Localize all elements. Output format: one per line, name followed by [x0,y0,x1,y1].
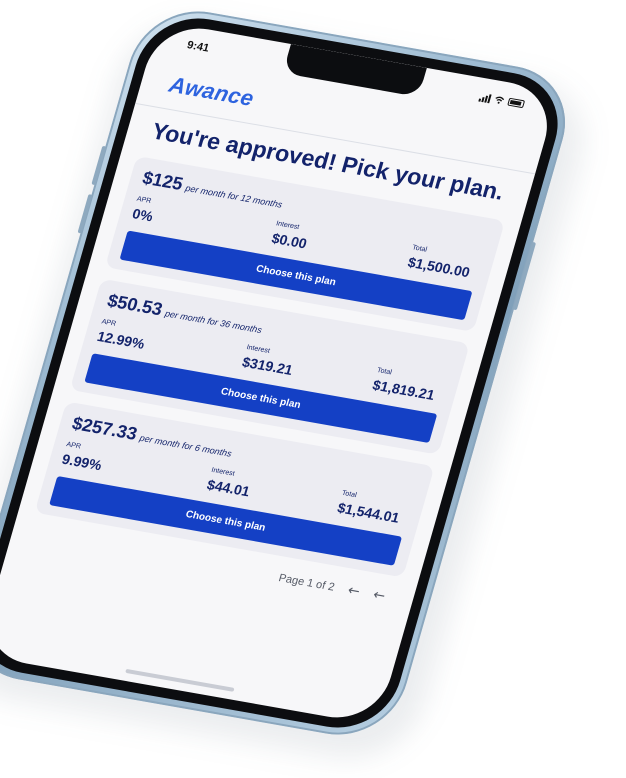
total-value: $1,819.21 [370,376,437,403]
plan-term: per month for 6 months [138,432,233,459]
battery-icon [507,97,526,109]
total-label: Total [340,489,358,500]
total-stat: Total $1,819.21 [371,367,447,404]
apr-label: APR [135,195,152,205]
interest-value: $0.00 [269,229,309,252]
signal-icon [478,92,492,103]
plan-amount: $257.33 [69,413,140,444]
apr-value: 9.99% [60,450,104,474]
total-label: Total [376,367,393,377]
apr-stat: APR 0% [131,196,158,225]
plan-amount: $125 [140,167,186,194]
total-stat: Total $1,500.00 [406,244,482,281]
wifi-icon [495,96,505,104]
status-icons [478,92,526,109]
interest-stat: Interest $44.01 [187,464,254,500]
apr-stat: APR 9.99% [60,441,106,473]
home-indicator [125,668,235,692]
apr-stat: APR 12.99% [95,318,149,351]
status-time: 9:41 [185,39,211,55]
interest-stat: Interest $319.21 [223,341,298,378]
interest-value: $44.01 [205,476,252,500]
phone-frame: 9:41 Awance You're approved! Pick your p… [0,1,581,745]
page-indicator: Page 1 of 2 [277,572,336,594]
total-value: $1,500.00 [406,253,472,281]
phone-bezel: 9:41 Awance You're approved! Pick your p… [0,9,572,737]
total-label: Total [411,244,428,254]
plan-amount: $50.53 [105,290,165,320]
interest-stat: Interest $0.00 [252,217,311,251]
apr-value: 0% [130,205,155,225]
previous-page-arrow-icon[interactable]: ← [346,582,362,600]
main-content: You're approved! Pick your plan. $125 pe… [26,112,517,606]
next-page-arrow-icon[interactable]: ← [371,587,387,605]
total-stat: Total $1,544.01 [336,490,412,527]
brand-logo: Awance [166,71,258,111]
stage: 9:41 Awance You're approved! Pick your p… [0,0,626,778]
phone-screen: 9:41 Awance You're approved! Pick your p… [0,20,559,726]
total-value: $1,544.01 [335,499,402,526]
